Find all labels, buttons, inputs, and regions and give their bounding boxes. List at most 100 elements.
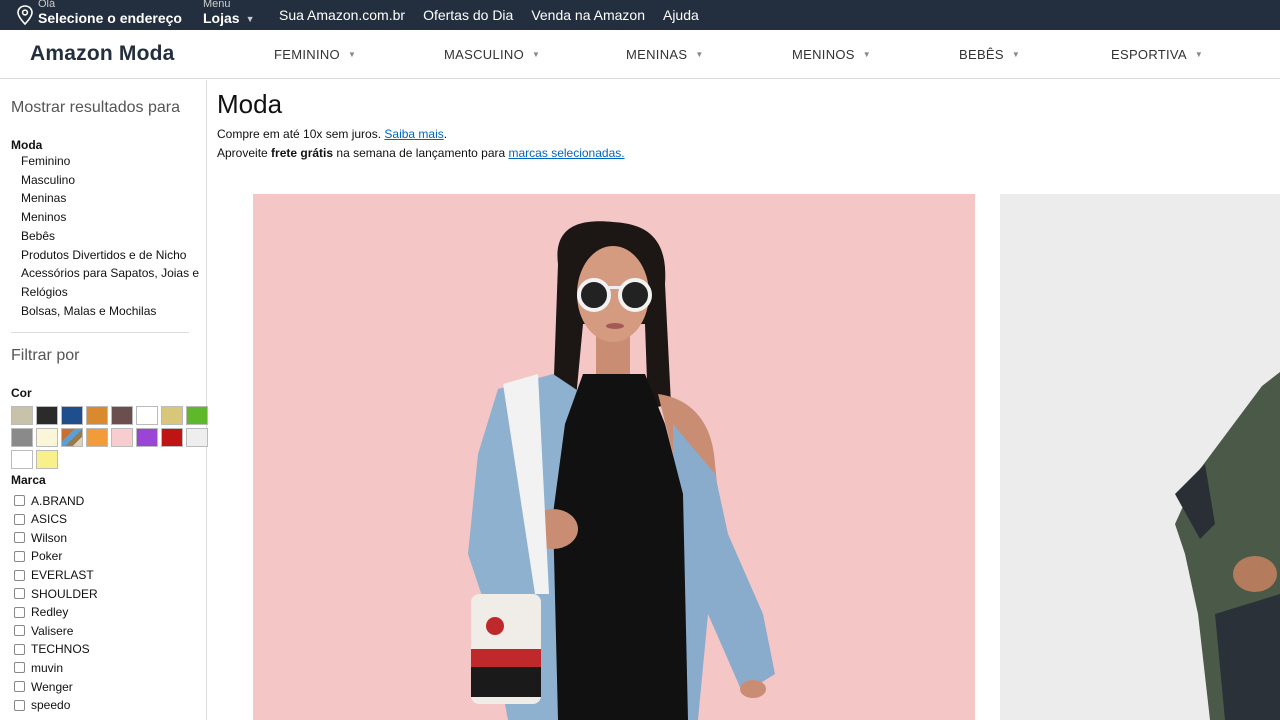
brand-label: Redley <box>31 605 69 620</box>
color-filter-label: Cor <box>11 386 32 401</box>
color-swatch[interactable] <box>36 450 58 470</box>
show-results-heading: Mostrar resultados para <box>11 99 180 116</box>
brand-checkbox[interactable] <box>14 625 25 637</box>
sidebar-item-meninas[interactable]: Meninas <box>21 189 206 208</box>
sidebar-item-meninos[interactable]: Meninos <box>21 208 206 227</box>
sidebar-item-bebes[interactable]: Bebês <box>21 227 206 246</box>
brand-checkbox[interactable] <box>14 550 25 562</box>
model-man-image <box>1175 372 1280 720</box>
brand-filter-label: Marca <box>11 473 46 488</box>
category-label: MASCULINO <box>444 47 524 62</box>
brand-checkbox[interactable] <box>14 681 25 693</box>
brand-label: speedo <box>31 698 71 713</box>
sidebar-item-bolsas[interactable]: Bolsas, Malas e Mochilas <box>21 302 206 321</box>
sidebar-item-acessorios[interactable]: Acessórios para Sapatos, Joias e <box>21 264 206 283</box>
brand-filter-item[interactable]: Redley <box>11 603 206 622</box>
menu-small-label: Menu <box>203 0 231 10</box>
link-venda-na-amazon[interactable]: Venda na Amazon <box>531 7 645 23</box>
link-ofertas-do-dia[interactable]: Ofertas do Dia <box>423 7 513 23</box>
brand-label: Wilson <box>31 530 68 545</box>
brand-label: SHOULDER <box>31 586 98 601</box>
brand-label: muvin <box>31 660 64 675</box>
color-swatch[interactable] <box>86 406 108 426</box>
category-meninos[interactable]: MENINOS ▼ <box>792 47 871 62</box>
color-swatch[interactable] <box>111 428 133 448</box>
color-swatch[interactable] <box>36 406 58 426</box>
brand-checkbox[interactable] <box>14 569 25 581</box>
category-feminino[interactable]: FEMININO ▼ <box>274 47 356 62</box>
link-ajuda[interactable]: Ajuda <box>663 7 699 23</box>
brand-filter-list: A.BRAND ASICS Wilson Poker EVERLAST SHOULDER R… <box>11 491 206 714</box>
promo-free-shipping: Aproveite frete grátis na semana de lanç… <box>217 146 625 160</box>
brand-label: Poker <box>31 549 63 564</box>
color-swatch[interactable] <box>186 428 208 448</box>
chevron-down-icon: ▼ <box>862 50 871 59</box>
chevron-down-icon: ▼ <box>695 50 704 59</box>
saiba-mais-link[interactable]: Saiba mais <box>384 127 443 141</box>
chevron-down-icon: ▼ <box>1194 50 1204 59</box>
color-swatch[interactable] <box>186 406 208 426</box>
brand-checkbox[interactable] <box>14 495 25 507</box>
color-swatch[interactable] <box>161 406 183 426</box>
brand-filter-item[interactable]: muvin <box>11 659 206 678</box>
brand-filter-item[interactable]: A.BRAND <box>11 491 206 510</box>
promo-free-shipping-pre: Aproveite <box>217 146 272 160</box>
brand-checkbox[interactable] <box>14 643 25 655</box>
color-swatch[interactable] <box>11 428 33 448</box>
color-swatch[interactable] <box>11 450 33 470</box>
color-swatch[interactable] <box>136 406 158 426</box>
color-swatch[interactable] <box>61 428 83 448</box>
hero-banner-feminino[interactable] <box>253 194 975 720</box>
category-meninas[interactable]: MENINAS ▼ <box>626 47 704 62</box>
category-label: ESPORTIVA <box>1111 47 1187 62</box>
brand-filter-item[interactable]: TECHNOS <box>11 640 206 659</box>
filter-by-heading: Filtrar por <box>11 347 80 365</box>
location-selector[interactable]: Olá Selecione o endereço <box>16 0 182 30</box>
brand-checkbox[interactable] <box>14 662 25 674</box>
link-sua-amazon[interactable]: Sua Amazon.com.br <box>279 7 405 23</box>
brand-checkbox[interactable] <box>14 532 25 544</box>
brand-checkbox[interactable] <box>14 588 25 600</box>
marcas-selecionadas-link[interactable]: marcas selecionadas. <box>509 146 625 160</box>
filter-sidebar: Mostrar resultados para Moda Feminino Ma… <box>0 80 208 720</box>
brand-filter-item[interactable]: Wilson <box>11 529 206 548</box>
brand-checkbox[interactable] <box>14 699 25 711</box>
sidebar-item-produtos-divertidos[interactable]: Produtos Divertidos e de Nicho <box>21 246 206 265</box>
brand-checkbox[interactable] <box>14 513 25 525</box>
sidebar-divider <box>11 332 189 334</box>
chevron-down-icon: ▼ <box>1011 50 1021 59</box>
category-label: MENINAS <box>626 47 688 62</box>
amazon-moda-logo[interactable]: Amazon Moda <box>30 42 175 66</box>
brand-filter-item[interactable]: ASICS <box>11 510 206 529</box>
category-label: BEBÊS <box>959 47 1004 62</box>
hero-banner-masculino[interactable] <box>1000 194 1280 720</box>
sidebar-item-masculino[interactable]: Masculino <box>21 171 206 190</box>
brand-filter-item[interactable]: SHOULDER <box>11 584 206 603</box>
brand-checkbox[interactable] <box>14 606 25 618</box>
stores-menu[interactable]: Menu Lojas ▼ <box>203 0 255 30</box>
color-swatch[interactable] <box>111 406 133 426</box>
brand-filter-item[interactable]: Poker <box>11 547 206 566</box>
color-swatch[interactable] <box>136 428 158 448</box>
color-swatch[interactable] <box>36 428 58 448</box>
location-label: Selecione o endereço <box>38 10 182 26</box>
category-label: MENINOS <box>792 47 855 62</box>
promo-period: . <box>443 127 448 141</box>
brand-filter-item[interactable]: Wenger <box>11 677 206 696</box>
brand-filter-item[interactable]: Valisere <box>11 621 206 640</box>
brand-filter-item[interactable]: EVERLAST <box>11 566 206 585</box>
color-swatch-grid <box>11 406 208 470</box>
department-moda[interactable]: Moda <box>11 138 206 152</box>
category-masculino[interactable]: MASCULINO ▼ <box>444 47 540 62</box>
sidebar-item-feminino[interactable]: Feminino <box>21 152 206 171</box>
color-swatch[interactable] <box>11 406 33 426</box>
top-nav-bar: Olá Selecione o endereço Menu Lojas ▼ Su… <box>0 0 1280 30</box>
color-swatch[interactable] <box>161 428 183 448</box>
sidebar-item-relogios[interactable]: Relógios <box>21 283 206 302</box>
category-esportiva[interactable]: ESPORTIVA ▼ <box>1111 47 1203 62</box>
category-bebes[interactable]: BEBÊS ▼ <box>959 47 1020 62</box>
color-swatch[interactable] <box>86 428 108 448</box>
color-swatch[interactable] <box>61 406 83 426</box>
brand-filter-item[interactable]: speedo <box>11 696 206 715</box>
brand-label: ASICS <box>31 512 68 527</box>
